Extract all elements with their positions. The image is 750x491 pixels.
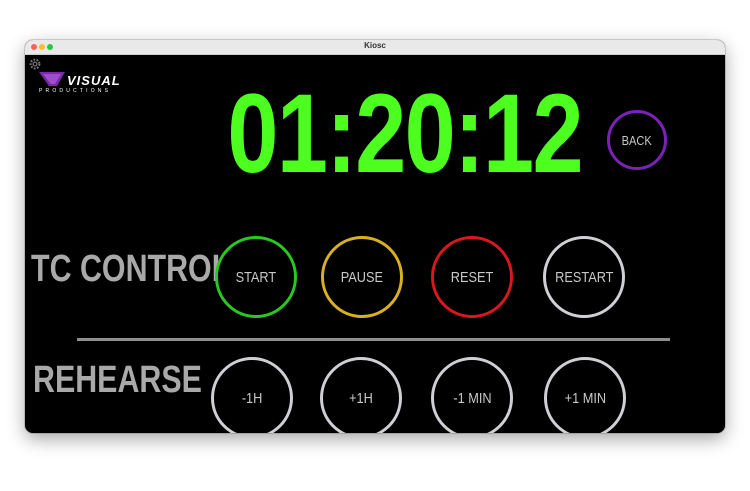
- logo-name: VISUAL: [67, 73, 121, 88]
- reset-button-label: RESET: [450, 268, 494, 286]
- minus-1-hour-button[interactable]: -1H: [211, 357, 293, 433]
- pause-button[interactable]: PAUSE: [321, 236, 403, 318]
- kiosc-canvas: VISUAL PRODUCTIONS 01:20:12 BACK TC CONT…: [25, 55, 725, 433]
- gear-icon[interactable]: [28, 57, 42, 71]
- minus-1-minute-label: -1 MIN: [452, 389, 492, 407]
- timecode-display: 01:20:12: [227, 71, 583, 196]
- logo-mark-icon: [39, 72, 65, 86]
- restart-button-label: RESTART: [554, 268, 614, 286]
- start-button[interactable]: START: [215, 236, 297, 318]
- restart-button[interactable]: RESTART: [543, 236, 625, 318]
- plus-1-hour-label: +1H: [349, 389, 373, 407]
- pause-button-label: PAUSE: [340, 268, 384, 286]
- plus-1-minute-label: +1 MIN: [564, 389, 606, 407]
- minus-1-minute-button[interactable]: -1 MIN: [431, 357, 513, 433]
- plus-1-hour-button[interactable]: +1H: [320, 357, 402, 433]
- back-button[interactable]: BACK: [607, 110, 667, 170]
- window-title: Kiosc: [364, 41, 386, 50]
- tc-control-label: TC CONTROL: [31, 248, 231, 290]
- start-button-label: START: [235, 268, 277, 286]
- back-button-label: BACK: [621, 132, 653, 148]
- visual-productions-logo: VISUAL PRODUCTIONS: [39, 72, 149, 94]
- minus-1-hour-label: -1H: [241, 389, 263, 407]
- reset-button[interactable]: RESET: [431, 236, 513, 318]
- plus-1-minute-button[interactable]: +1 MIN: [544, 357, 626, 433]
- logo-subtitle: PRODUCTIONS: [39, 88, 112, 94]
- section-divider: [77, 338, 670, 341]
- rehearse-label: REHEARSE: [33, 359, 202, 401]
- kiosc-window: Kiosc VISUAL PRODUCTIONS 01:20:12 BACK T…: [25, 40, 725, 433]
- title-bar: Kiosc: [25, 40, 725, 55]
